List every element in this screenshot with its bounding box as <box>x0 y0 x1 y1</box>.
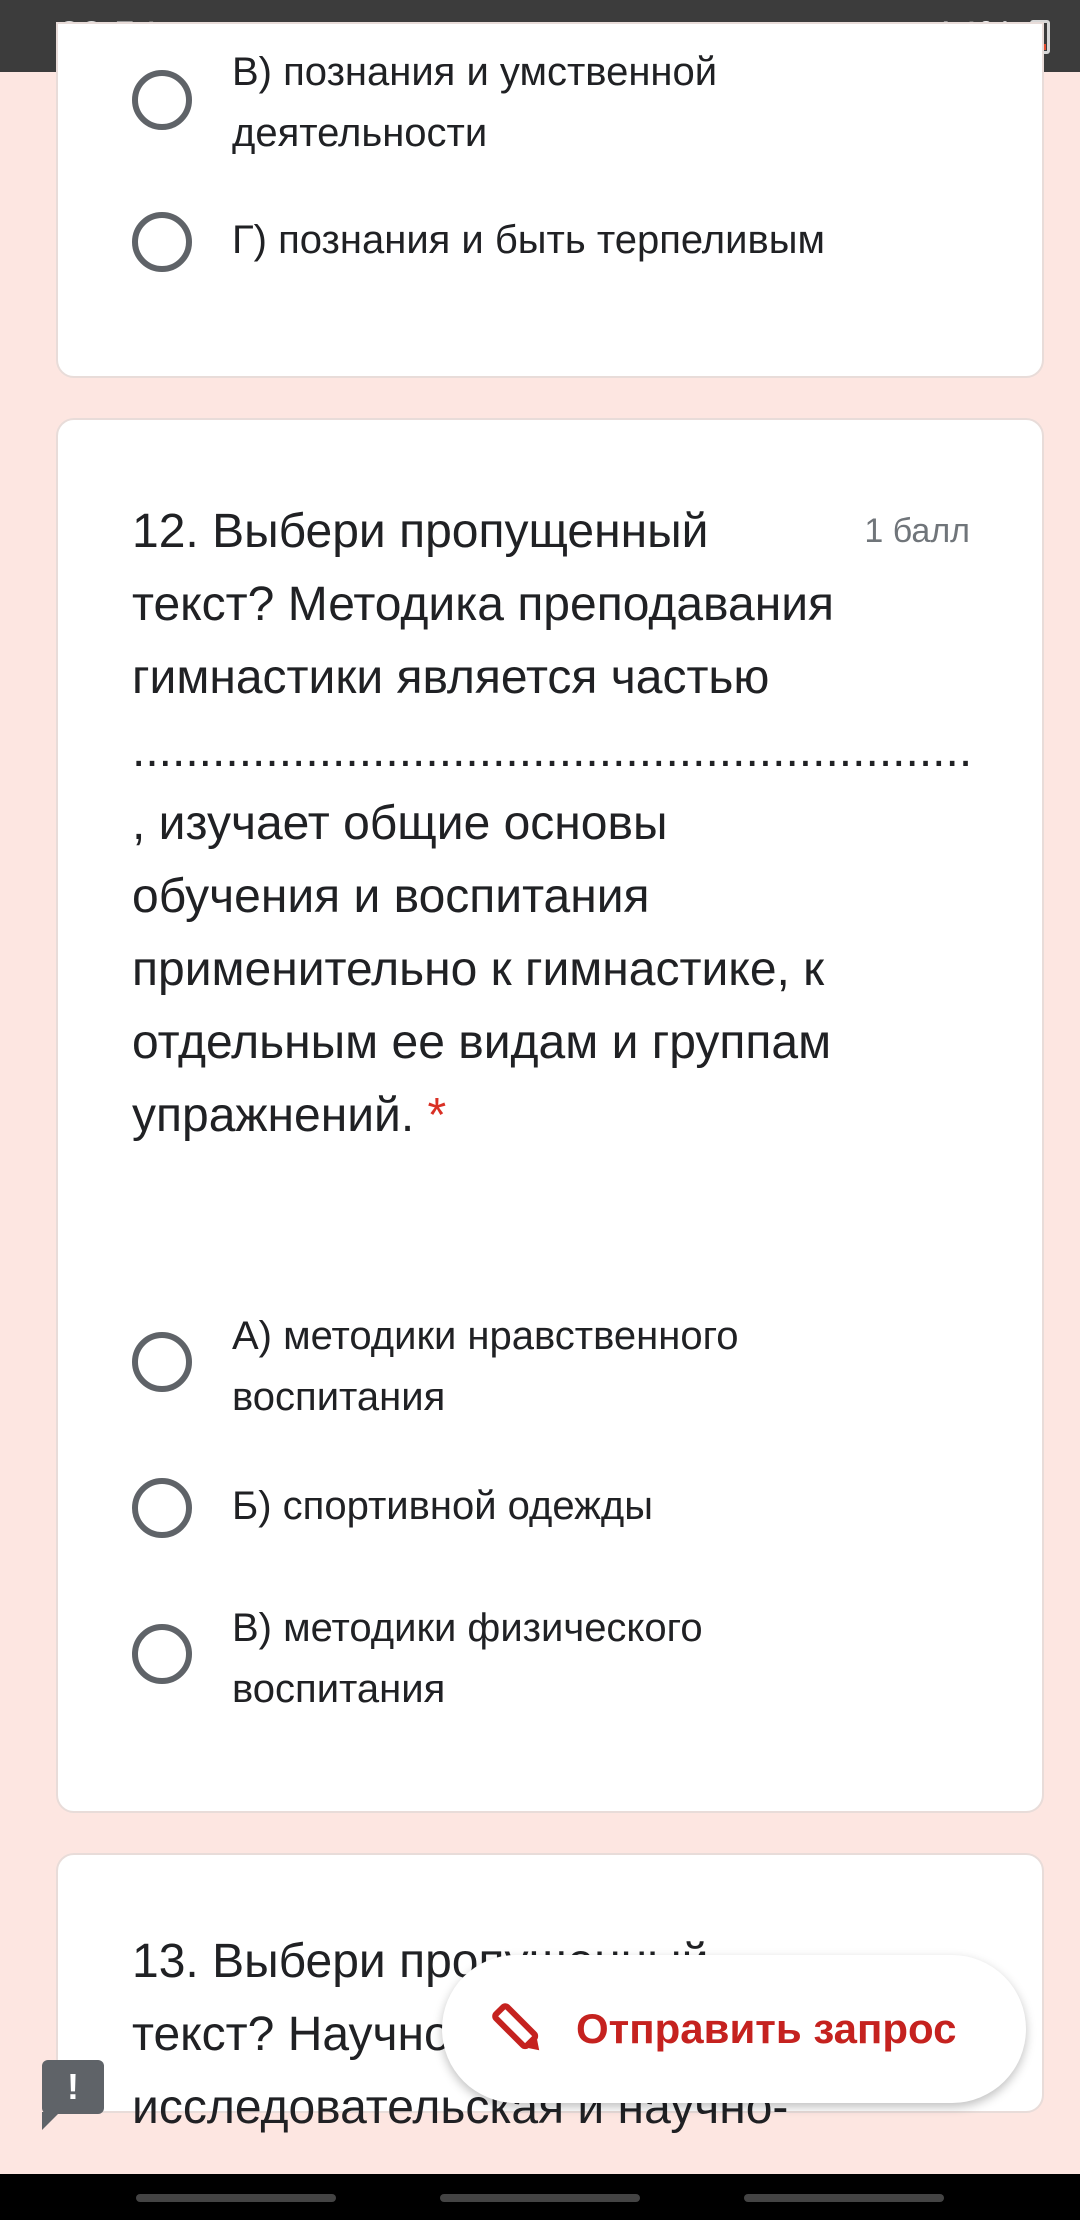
option-b[interactable]: Б) спортивной одежды <box>132 1478 653 1538</box>
submit-request-label: Отправить запрос <box>576 2005 957 2052</box>
question-card-12: 12. Выбери пропущенный текст? Методика п… <box>56 418 1044 1813</box>
radio-button[interactable] <box>132 70 192 130</box>
required-mark: * <box>427 1089 447 1142</box>
option-g[interactable]: Г) познания и быть терпеливым <box>132 212 825 272</box>
submit-request-button[interactable]: Отправить запрос <box>442 1955 1026 2103</box>
radio-button[interactable] <box>132 1332 192 1392</box>
question-card-previous: В) познания и умственной деятельности Г)… <box>56 22 1044 378</box>
question-text: 12. Выбери пропущенный текст? Методика п… <box>132 505 973 1142</box>
report-feedback-icon[interactable]: ! <box>42 2060 104 2130</box>
question-title: 12. Выбери пропущенный текст? Методика п… <box>132 495 972 1152</box>
option-label: Б) спортивной одежды <box>232 1484 654 1528</box>
nav-recents-handle[interactable] <box>136 2194 336 2202</box>
nav-home-handle[interactable] <box>440 2194 640 2202</box>
nav-back-handle[interactable] <box>744 2194 944 2202</box>
option-label: В) методики физического воспитания <box>232 1606 703 1711</box>
radio-button[interactable] <box>132 1624 192 1684</box>
option-label: А) методики нравственного воспитания <box>232 1314 739 1419</box>
option-label: Г) познания и быть терпеливым <box>232 218 825 262</box>
radio-button[interactable] <box>132 212 192 272</box>
navigation-bar <box>0 2174 1080 2220</box>
option-v[interactable]: В) познания и умственной деятельности <box>132 50 717 155</box>
option-a[interactable]: А) методики нравственного воспитания <box>132 1314 739 1419</box>
option-label: В) познания и умственной деятельности <box>232 50 718 155</box>
radio-button[interactable] <box>132 1478 192 1538</box>
option-v[interactable]: В) методики физического воспитания <box>132 1606 703 1711</box>
pencil-icon <box>492 2003 540 2051</box>
question-points: 1 балл <box>864 512 970 550</box>
